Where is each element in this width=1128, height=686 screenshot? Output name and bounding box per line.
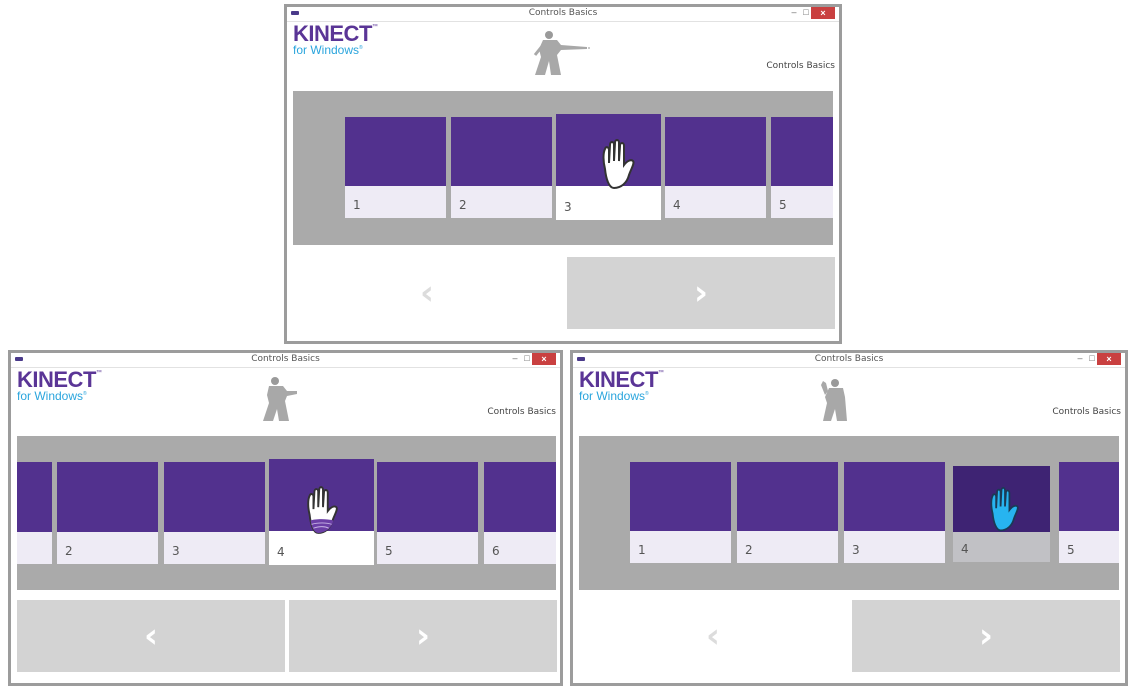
tile-item[interactable]: 1: [345, 117, 446, 218]
minimize-button[interactable]: –: [510, 354, 520, 364]
next-button[interactable]: ›: [567, 257, 835, 329]
tile-item[interactable]: 5: [771, 117, 833, 218]
next-button[interactable]: ›: [289, 600, 557, 672]
tile-label: 3: [172, 544, 180, 558]
minimize-button[interactable]: –: [789, 8, 799, 18]
tile-label: 5: [1067, 543, 1075, 557]
subbrand-mark: ®: [645, 391, 649, 397]
prev-button[interactable]: ‹: [579, 600, 847, 672]
tile-label: 6: [492, 544, 500, 558]
tile-label: 5: [779, 198, 787, 212]
tile-item[interactable]: 3: [844, 462, 945, 563]
tile-label: 2: [65, 544, 73, 558]
title-bar[interactable]: Controls Basics – □ ×: [11, 353, 560, 368]
tile-item[interactable]: 2: [737, 462, 838, 563]
tile-item-partial[interactable]: [17, 462, 52, 564]
maximize-button[interactable]: □: [1087, 354, 1097, 364]
tile-label: 5: [385, 544, 393, 558]
minimize-button[interactable]: –: [1075, 354, 1085, 364]
subbrand-text: for Windows: [293, 43, 360, 57]
tile-label: 1: [638, 543, 646, 557]
tile-item[interactable]: 5: [377, 462, 478, 564]
for-windows-label: for Windows®: [579, 389, 649, 403]
close-button[interactable]: ×: [532, 353, 556, 365]
subbrand-mark: ®: [359, 45, 363, 51]
chevron-right-icon: ›: [415, 616, 431, 656]
chevron-right-icon: ›: [978, 616, 994, 656]
user-silhouette-icon: [821, 379, 847, 421]
subbrand-text: for Windows: [579, 389, 646, 403]
tile-item[interactable]: 5: [1059, 462, 1119, 563]
hand-cursor-pressing-icon: [307, 486, 338, 534]
prev-button[interactable]: ‹: [293, 257, 561, 329]
tile-label: 1: [353, 198, 361, 212]
title-bar[interactable]: Controls Basics – □ ×: [287, 7, 839, 22]
for-windows-label: for Windows®: [293, 43, 363, 57]
window-title: Controls Basics: [528, 8, 598, 18]
tile-label: 3: [564, 200, 572, 214]
tile-scroller[interactable]: 2 3 4 5 6: [17, 436, 556, 590]
tile-item[interactable]: 4: [665, 117, 766, 218]
tile-item[interactable]: 2: [57, 462, 158, 564]
tile-scroller[interactable]: 1 2 3 4 5: [293, 91, 833, 245]
close-button[interactable]: ×: [1097, 353, 1121, 365]
section-title: Controls Basics: [1052, 407, 1121, 417]
tile-label: 2: [459, 198, 467, 212]
tile-item[interactable]: 6: [484, 462, 556, 564]
tile-item[interactable]: 2: [451, 117, 552, 218]
window-title: Controls Basics: [814, 354, 884, 364]
brand-tm: ™: [371, 24, 378, 30]
brand-tm: ™: [657, 370, 664, 376]
chevron-left-icon: ‹: [705, 616, 721, 656]
chevron-left-icon: ‹: [419, 273, 435, 313]
tile-label: 4: [277, 545, 285, 559]
chevron-right-icon: ›: [693, 273, 709, 313]
app-window-2: Controls Basics – □ × KINECT™ for Window…: [8, 350, 563, 686]
app-window-3: Controls Basics – □ × KINECT™ for Window…: [570, 350, 1128, 686]
tile-label: 4: [673, 198, 681, 212]
chevron-left-icon: ‹: [143, 616, 159, 656]
app-window-1: Controls Basics – □ × KINECT™ for Window…: [284, 4, 842, 344]
tile-label: 3: [852, 543, 860, 557]
subbrand-text: for Windows: [17, 389, 84, 403]
tile-item[interactable]: 3: [164, 462, 265, 564]
tile-scroller[interactable]: 1 2 3 4 5: [579, 436, 1119, 590]
subbrand-mark: ®: [83, 391, 87, 397]
hand-cursor-pressed-icon: [990, 487, 1019, 532]
tile-item[interactable]: 1: [630, 462, 731, 563]
tile-label: 2: [745, 543, 753, 557]
brand-tm: ™: [95, 370, 102, 376]
for-windows-label: for Windows®: [17, 389, 87, 403]
window-title: Controls Basics: [251, 354, 320, 364]
maximize-button[interactable]: □: [522, 354, 532, 364]
section-title: Controls Basics: [487, 407, 556, 417]
close-button[interactable]: ×: [811, 7, 835, 19]
next-button[interactable]: ›: [852, 600, 1120, 672]
section-title: Controls Basics: [766, 61, 835, 71]
tile-label: 4: [961, 542, 969, 556]
prev-button[interactable]: ‹: [17, 600, 285, 672]
hand-cursor-icon: [602, 139, 635, 190]
user-silhouette-icon: [263, 377, 297, 421]
title-bar[interactable]: Controls Basics – □ ×: [573, 353, 1125, 368]
user-silhouette-icon: [533, 31, 590, 75]
maximize-button[interactable]: □: [801, 8, 811, 18]
